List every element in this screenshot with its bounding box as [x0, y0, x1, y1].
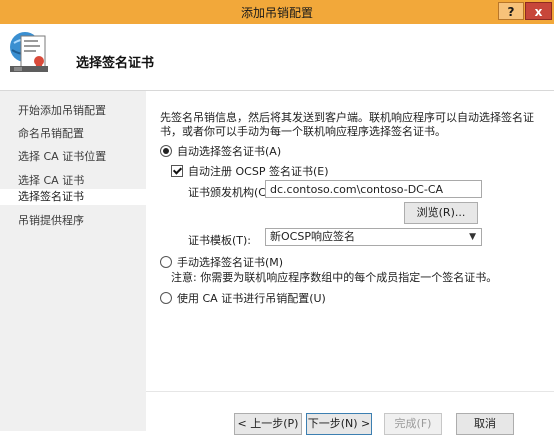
next-button[interactable]: 下一步(N) > [306, 413, 372, 435]
step-select-signing-certificate[interactable]: 选择签名证书 [0, 189, 146, 205]
step-name-configuration[interactable]: 命名吊销配置 [0, 126, 146, 142]
wizard-steps-sidebar: 开始添加吊销配置 命名吊销配置 选择 CA 证书位置 选择 CA 证书 选择签名… [0, 91, 146, 431]
auto-select-option[interactable]: 自动选择签名证书(A) [160, 143, 281, 159]
manual-select-option[interactable]: 手动选择签名证书(M) [160, 254, 283, 270]
certificate-wizard-icon [10, 32, 48, 72]
manual-select-radio[interactable] [160, 256, 172, 268]
use-ca-certificate-radio[interactable] [160, 292, 172, 304]
auto-enroll-option[interactable]: 自动注册 OCSP 签名证书(E) [171, 163, 328, 179]
step-begin[interactable]: 开始添加吊销配置 [0, 103, 146, 119]
browse-button[interactable]: 浏览(R)... [404, 202, 478, 224]
close-button[interactable]: x [525, 2, 552, 20]
help-button[interactable]: ? [498, 2, 524, 20]
page-title: 选择签名证书 [76, 56, 155, 71]
footer-divider [146, 391, 554, 392]
wizard-header: 选择签名证书 [0, 24, 554, 91]
window-title: 添加吊销配置 [240, 6, 313, 20]
main-panel: 先签名吊销信息，然后将其发送到客户端。联机响应程序可以自动选择签名证书，或者你可… [146, 91, 554, 435]
chevron-down-icon: ▼ [469, 232, 476, 242]
step-select-ca-certificate[interactable]: 选择 CA 证书 [0, 173, 146, 189]
template-label: 证书模板(T): [188, 234, 252, 247]
auto-enroll-checkbox[interactable] [171, 165, 183, 177]
manual-select-label: 手动选择签名证书(M) [177, 256, 284, 269]
step-revocation-provider[interactable]: 吊销提供程序 [0, 213, 146, 229]
back-button[interactable]: < 上一步(P) [234, 413, 302, 435]
page-description: 先签名吊销信息，然后将其发送到客户端。联机响应程序可以自动选择签名证书，或者你可… [160, 111, 534, 138]
use-ca-certificate-option[interactable]: 使用 CA 证书进行吊销配置(U) [160, 290, 326, 306]
issuer-label: 证书颁发机构(C): [188, 186, 274, 199]
issuer-field[interactable]: dc.contoso.com\contoso-DC-CA [265, 180, 482, 198]
finish-button[interactable]: 完成(F) [384, 413, 442, 435]
step-select-ca-location[interactable]: 选择 CA 证书位置 [0, 149, 146, 165]
template-select-value: 新OCSP响应签名 [270, 230, 355, 243]
auto-select-radio[interactable] [160, 145, 172, 157]
title-bar: 添加吊销配置 ? x [0, 0, 554, 25]
auto-select-label: 自动选择签名证书(A) [177, 145, 282, 158]
use-ca-certificate-label: 使用 CA 证书进行吊销配置(U) [177, 292, 326, 305]
template-select[interactable]: 新OCSP响应签名 ▼ [265, 228, 482, 246]
cancel-button[interactable]: 取消 [456, 413, 514, 435]
auto-enroll-label: 自动注册 OCSP 签名证书(E) [188, 165, 329, 178]
manual-select-note: 注意: 你需要为联机响应程序数组中的每个成员指定一个签名证书。 [171, 271, 498, 284]
